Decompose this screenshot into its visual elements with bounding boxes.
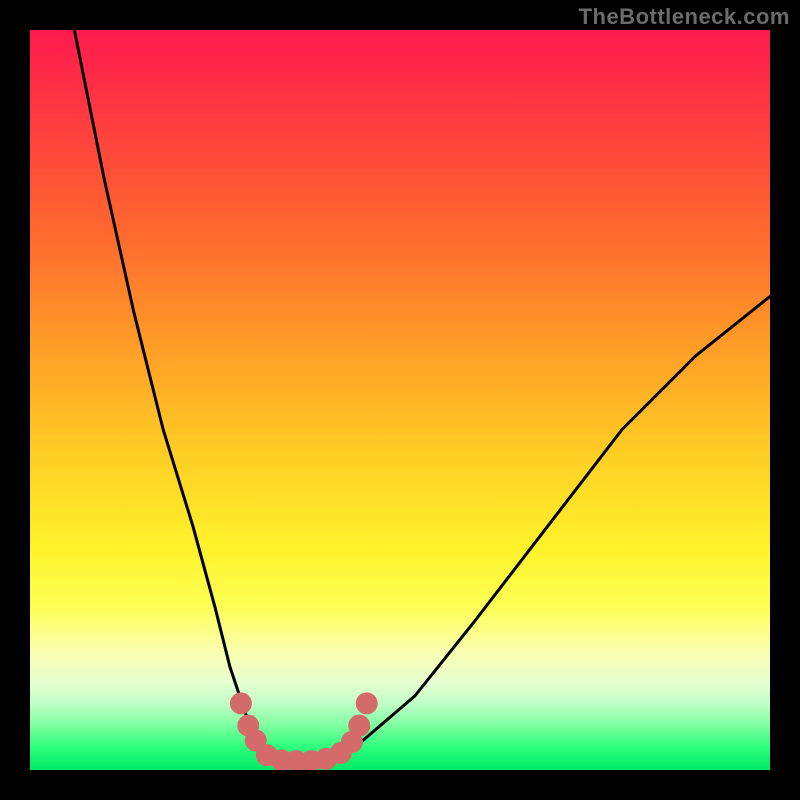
highlight-dot <box>348 715 370 737</box>
curve-layer <box>30 30 770 770</box>
watermark-text: TheBottleneck.com <box>579 4 790 30</box>
highlight-dot <box>230 692 252 714</box>
highlight-marker-group <box>230 692 378 770</box>
highlight-dot <box>356 692 378 714</box>
bottleneck-curve <box>74 30 770 763</box>
chart-frame: TheBottleneck.com <box>0 0 800 800</box>
